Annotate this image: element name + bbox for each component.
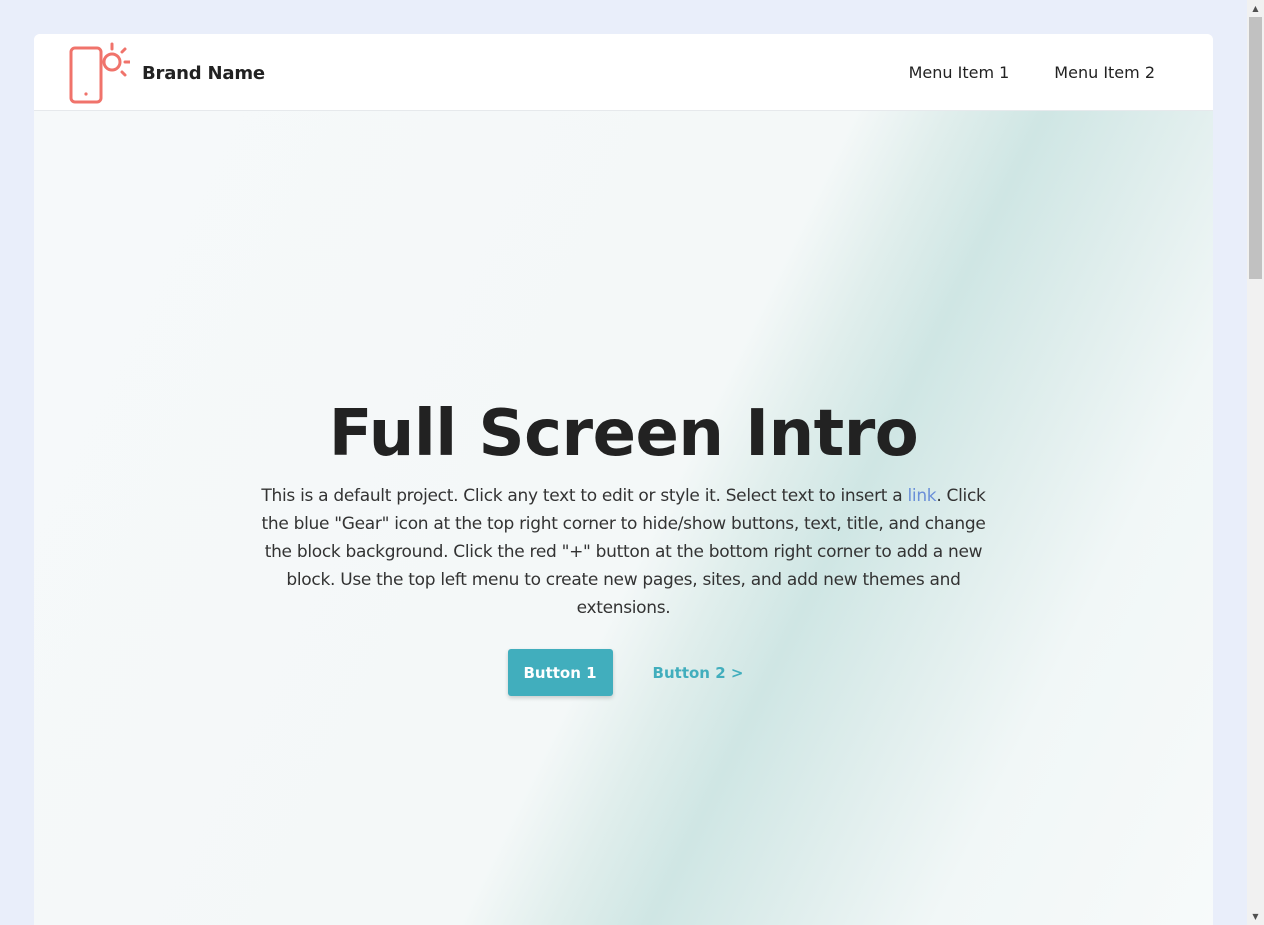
scrollbar-thumb[interactable] [1249, 17, 1262, 279]
hero-content: Full Screen Intro This is a default proj… [34, 396, 1213, 696]
page-frame: Brand Name Menu Item 1 Menu Item 2 Full … [34, 34, 1213, 925]
brand[interactable]: Brand Name [68, 42, 265, 104]
hero-section: Full Screen Intro This is a default proj… [34, 111, 1213, 925]
hero-buttons: Button 1 Button 2 > [34, 649, 1213, 696]
hero-text-part-1: This is a default project. Click any tex… [261, 486, 908, 506]
phone-sun-icon [69, 42, 130, 104]
menu-item-1[interactable]: Menu Item 1 [909, 63, 1010, 82]
brand-name[interactable]: Brand Name [142, 63, 265, 84]
button-2[interactable]: Button 2 > [653, 664, 744, 682]
hero-link[interactable]: link [907, 486, 936, 506]
button-1[interactable]: Button 1 [507, 649, 613, 696]
nav-menu: Menu Item 1 Menu Item 2 [909, 34, 1155, 111]
scroll-up-arrow-icon[interactable]: ▲ [1247, 0, 1264, 17]
hero-title: Full Screen Intro [328, 397, 919, 471]
hero-description: This is a default project. Click any tex… [259, 482, 989, 622]
menu-item-2[interactable]: Menu Item 2 [1054, 63, 1155, 82]
vertical-scrollbar[interactable]: ▲ ▼ [1247, 0, 1264, 925]
scroll-down-arrow-icon[interactable]: ▼ [1247, 908, 1264, 925]
navbar: Brand Name Menu Item 1 Menu Item 2 [34, 34, 1213, 111]
